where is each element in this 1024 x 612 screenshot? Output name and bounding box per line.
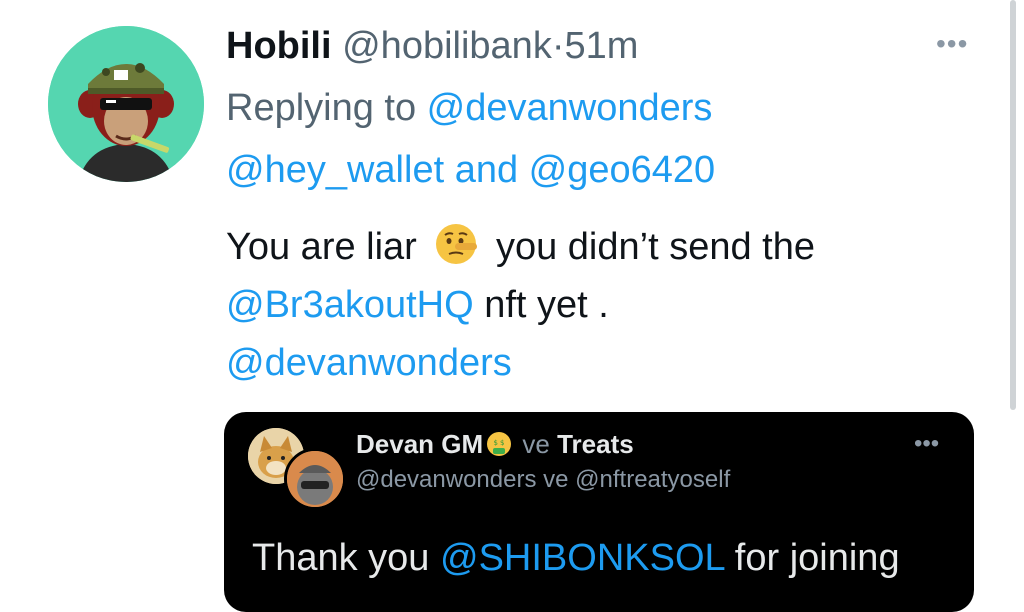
quoted-handles: @devanwonders ve @nftreatyoself: [356, 464, 730, 496]
replying-to-line: Replying to @devanwonders: [226, 84, 712, 132]
quoted-avatar-treats: [284, 448, 346, 510]
tweet-line-2: @Br3akoutHQ nft yet .: [226, 276, 815, 334]
mention-devanwonders[interactable]: @devanwonders: [226, 342, 512, 384]
svg-text:$: $: [500, 439, 504, 447]
lying-face-emoji-icon: [436, 224, 478, 264]
quoted-handle-nftreatyoself[interactable]: @nftreatyoself: [575, 466, 730, 493]
quoted-tweet[interactable]: Devan GM $ $ ve Treats @devanwonders ve …: [224, 412, 974, 612]
quoted-handle-connector: ve: [536, 466, 576, 493]
quoted-text-part1: Thank you: [252, 537, 440, 579]
reply-mention-hey-wallet[interactable]: @hey_wallet: [226, 149, 444, 191]
tweet-text-part3: nft yet .: [473, 284, 609, 326]
character-avatar-image: [287, 451, 343, 507]
quoted-handle-devanwonders[interactable]: @devanwonders: [356, 466, 536, 493]
author-name[interactable]: Hobili: [226, 25, 332, 67]
ape-avatar-image: [48, 26, 204, 182]
tweet-line-3: @devanwonders: [226, 334, 815, 392]
quoted-connector: ve: [515, 429, 558, 459]
reply-mention-geo6420[interactable]: @geo6420: [529, 149, 716, 191]
tweet-body: You are liar you didn’t send the @Br3ako…: [226, 218, 815, 392]
quoted-more-options-icon[interactable]: •••: [914, 430, 939, 458]
separator-dot: ·: [551, 25, 565, 67]
tweet-text-part2: you didn’t send the: [485, 226, 815, 268]
reply-and-label[interactable]: and: [444, 149, 529, 191]
money-mouth-face-emoji-icon: $ $: [487, 432, 512, 456]
author-handle[interactable]: @hobilibank: [342, 25, 552, 67]
author-avatar[interactable]: [48, 26, 204, 182]
tweet-header: Hobili @hobilibank·51m: [226, 22, 638, 70]
svg-text:$: $: [494, 439, 498, 447]
mention-shibonksol[interactable]: @SHIBONKSOL: [440, 537, 724, 579]
quoted-name-treats[interactable]: Treats: [557, 429, 634, 459]
tweet-timestamp[interactable]: 51m: [564, 25, 638, 67]
scrollbar[interactable]: [1010, 0, 1016, 410]
more-options-icon[interactable]: •••: [936, 28, 968, 60]
tweet-text-part1: You are liar: [226, 226, 428, 268]
quoted-name-devan[interactable]: Devan GM: [356, 429, 483, 459]
quoted-names: Devan GM $ $ ve Treats: [356, 428, 634, 460]
tweet-line-1: You are liar you didn’t send the: [226, 218, 815, 276]
mention-br3akouthq[interactable]: @Br3akoutHQ: [226, 284, 474, 326]
quoted-tweet-text: Thank you @SHIBONKSOL for joining: [252, 534, 900, 582]
replying-to-line-2: @hey_wallet and @geo6420: [226, 146, 715, 194]
quoted-text-part2: for joining: [724, 537, 900, 579]
reply-mention-devanwonders[interactable]: @devanwonders: [427, 87, 713, 129]
replying-to-label: Replying to: [226, 87, 427, 129]
